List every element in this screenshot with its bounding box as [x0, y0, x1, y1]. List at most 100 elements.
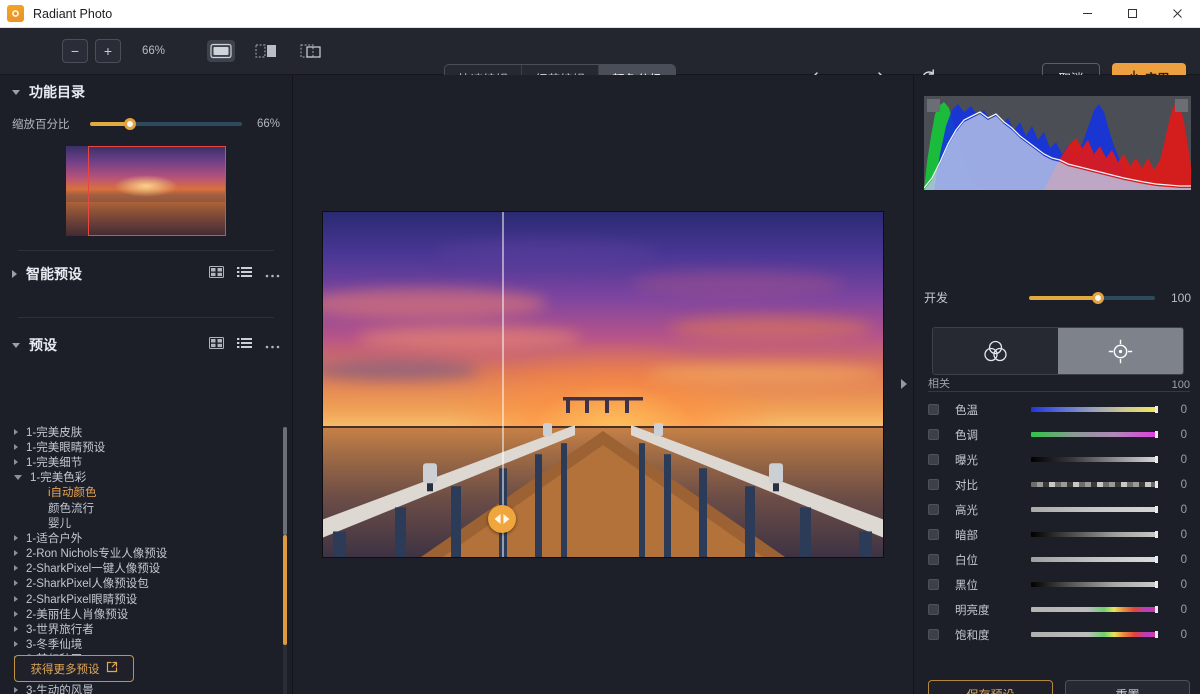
slider-track[interactable]: [1031, 631, 1158, 638]
preset-item[interactable]: 2-SharkPixel一键人像预设: [0, 561, 292, 576]
slider-track[interactable]: [1031, 406, 1158, 413]
slider-track[interactable]: [1031, 556, 1158, 563]
chevron-right-icon[interactable]: [14, 626, 18, 633]
chevron-right-icon[interactable]: [14, 610, 18, 617]
zoom-slider[interactable]: [90, 118, 242, 130]
slider-track[interactable]: [1031, 456, 1158, 463]
smart-presets-section-header[interactable]: 智能预设: [0, 257, 292, 291]
slider-knob[interactable]: [1155, 406, 1158, 413]
zoom-out-button[interactable]: −: [62, 39, 88, 63]
slider-track[interactable]: [1031, 531, 1158, 538]
preset-item[interactable]: 1-完美细节: [0, 454, 292, 469]
develop-slider-knob[interactable]: [1092, 291, 1105, 304]
slider-track[interactable]: [1031, 431, 1158, 438]
chevron-right-icon[interactable]: [14, 641, 18, 648]
preset-item[interactable]: 1-完美皮肤: [0, 424, 292, 439]
scrollbar-thumb[interactable]: [283, 427, 287, 535]
color-wheels-icon[interactable]: [933, 328, 1058, 374]
slider-enable-checkbox[interactable]: [928, 454, 939, 465]
slider-knob[interactable]: [1155, 581, 1158, 588]
slider-track[interactable]: [1031, 481, 1158, 488]
slider-track[interactable]: [1031, 506, 1158, 513]
highlight-clipping-toggle[interactable]: [1175, 99, 1188, 112]
slider-knob[interactable]: [1155, 556, 1158, 563]
chevron-right-icon[interactable]: [14, 580, 18, 587]
slider-enable-checkbox[interactable]: [928, 604, 939, 615]
slider-enable-checkbox[interactable]: [928, 504, 939, 515]
preset-item-label: i自动颜色: [48, 487, 97, 500]
chevron-right-icon[interactable]: [14, 443, 18, 450]
slider-track[interactable]: [1031, 606, 1158, 613]
preset-item[interactable]: 2-美丽佳人肖像预设: [0, 606, 292, 621]
navigator-viewport-box[interactable]: [88, 146, 226, 236]
preset-item[interactable]: i自动颜色: [0, 485, 292, 500]
preset-item[interactable]: 3-冬季仙境: [0, 637, 292, 652]
before-after-icon[interactable]: [297, 40, 325, 62]
chevron-right-icon[interactable]: [14, 686, 18, 693]
presets-section-header[interactable]: 预设: [0, 328, 292, 362]
save-preset-button[interactable]: 保存预设: [928, 680, 1053, 694]
reset-button[interactable]: 重置: [1065, 680, 1190, 694]
zoom-in-button[interactable]: +: [95, 39, 121, 63]
preset-item[interactable]: 2-SharkPixel人像预设包: [0, 576, 292, 591]
grid-view-icon[interactable]: [209, 265, 224, 283]
minimize-button[interactable]: [1065, 0, 1110, 28]
preset-item[interactable]: 1-完美色彩: [0, 470, 292, 485]
chevron-right-icon[interactable]: [14, 595, 18, 602]
slider-enable-checkbox[interactable]: [928, 579, 939, 590]
slider-enable-checkbox[interactable]: [928, 554, 939, 565]
grid-view-icon[interactable]: [209, 336, 224, 354]
zoom-slider-knob[interactable]: [123, 118, 136, 130]
get-more-presets-button[interactable]: 获得更多预设: [14, 655, 134, 682]
chevron-right-icon[interactable]: [14, 550, 18, 557]
slider-knob[interactable]: [1155, 431, 1158, 438]
preset-item[interactable]: 1-适合户外: [0, 530, 292, 545]
preset-tree[interactable]: 1-完美皮肤 1-完美眼睛预设 1-完美细节 1-完美色彩 i自动颜色颜色流行婴儿 1-适…: [0, 424, 292, 694]
collapse-right-arrow-icon[interactable]: [898, 376, 910, 392]
chevron-down-icon[interactable]: [14, 474, 22, 480]
slider-knob[interactable]: [1155, 631, 1158, 638]
histogram[interactable]: [924, 96, 1191, 190]
shadow-clipping-toggle[interactable]: [927, 99, 940, 112]
slider-knob[interactable]: [1155, 531, 1158, 538]
preview-photo[interactable]: [323, 212, 883, 557]
maximize-button[interactable]: [1110, 0, 1155, 28]
preset-item[interactable]: 2-SharkPixel眼睛预设: [0, 591, 292, 606]
slider-enable-checkbox[interactable]: [928, 479, 939, 490]
preset-scrollbar[interactable]: [283, 427, 287, 694]
preset-item[interactable]: 2-Ron Nichols专业人像预设: [0, 546, 292, 561]
slider-knob[interactable]: [1155, 506, 1158, 513]
slider-track[interactable]: [1031, 581, 1158, 588]
slider-enable-checkbox[interactable]: [928, 429, 939, 440]
slider-knob[interactable]: [1155, 606, 1158, 613]
list-view-icon[interactable]: [237, 265, 252, 283]
slider-enable-checkbox[interactable]: [928, 529, 939, 540]
before-after-slider-handle[interactable]: [488, 505, 517, 534]
preset-item-label: 婴儿: [48, 517, 71, 530]
preset-item[interactable]: 婴儿: [0, 515, 292, 530]
image-canvas[interactable]: [293, 75, 913, 694]
target-crosshair-icon[interactable]: [1058, 328, 1183, 374]
preset-item[interactable]: 1-完美眼睛预设: [0, 439, 292, 454]
side-by-side-icon[interactable]: [252, 40, 280, 62]
single-image-icon[interactable]: [207, 40, 236, 62]
list-view-icon[interactable]: [237, 336, 252, 354]
navigator-section-header[interactable]: 功能目录: [0, 75, 292, 109]
chevron-right-icon[interactable]: [14, 428, 18, 435]
slider-enable-checkbox[interactable]: [928, 404, 939, 415]
develop-slider[interactable]: [1029, 291, 1155, 304]
navigator-thumbnail[interactable]: [66, 146, 226, 236]
slider-knob[interactable]: [1155, 456, 1158, 463]
preset-item-label: 颜色流行: [48, 502, 94, 515]
more-options-icon[interactable]: [265, 265, 280, 283]
preset-item[interactable]: 3-世界旅行者: [0, 621, 292, 636]
slider-enable-checkbox[interactable]: [928, 629, 939, 640]
chevron-right-icon[interactable]: [14, 534, 18, 541]
chevron-right-icon[interactable]: [14, 565, 18, 572]
slider-knob[interactable]: [1155, 481, 1158, 488]
more-options-icon[interactable]: [265, 336, 280, 354]
preset-item[interactable]: 3-生动的风景: [0, 682, 292, 694]
chevron-right-icon[interactable]: [14, 458, 18, 465]
preset-item[interactable]: 颜色流行: [0, 500, 292, 515]
close-button[interactable]: [1155, 0, 1200, 28]
